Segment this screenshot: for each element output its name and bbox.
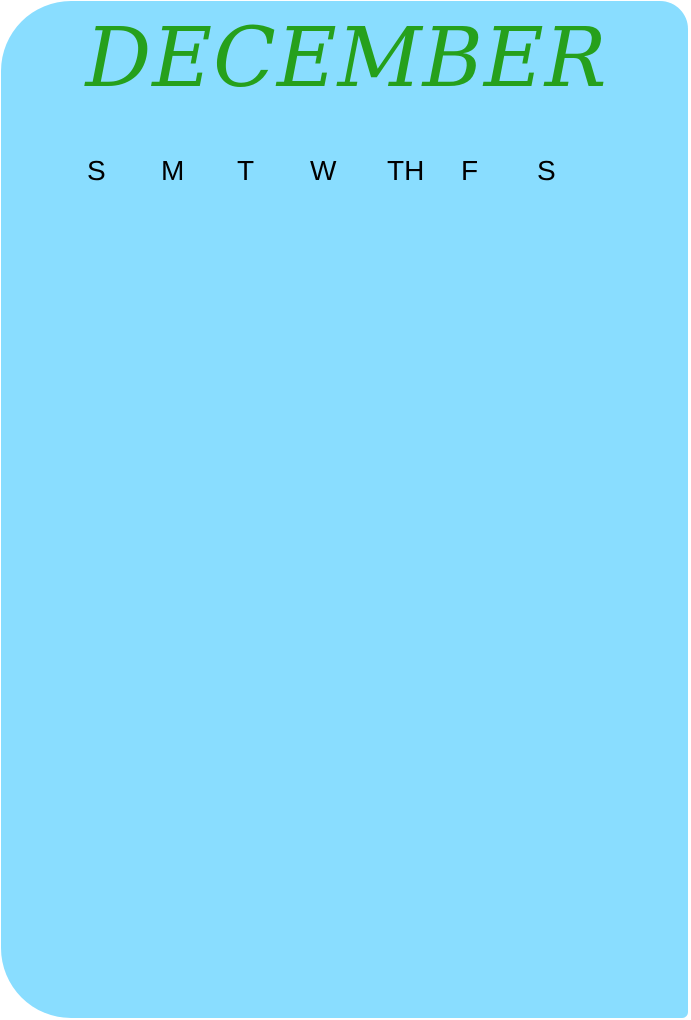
weekday-thursday: TH	[387, 155, 425, 186]
month-title: DECEMBER	[85, 11, 608, 106]
calendar-card: DECEMBER S M T W TH F S	[1, 1, 688, 1018]
weekday-sunday: S	[87, 155, 106, 186]
weekday-tuesday: T	[237, 155, 255, 186]
weekday-monday: M	[161, 155, 185, 186]
weekday-saturday: S	[537, 155, 556, 186]
weekday-wednesday: W	[310, 155, 337, 186]
weekday-friday: F	[461, 155, 479, 186]
